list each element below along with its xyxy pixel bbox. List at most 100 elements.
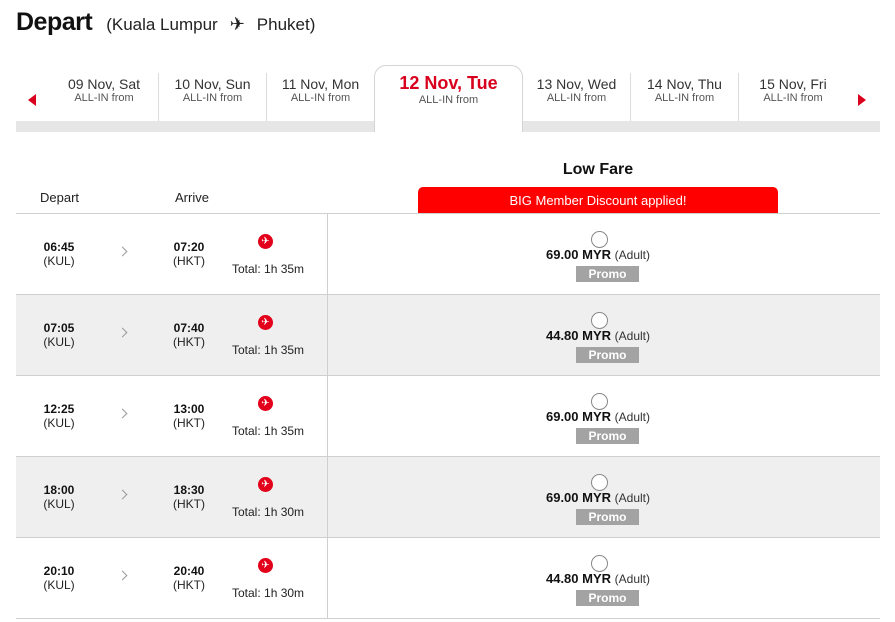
- price-amount: 44.80 MYR: [545, 328, 612, 343]
- arrival-airport: (HKT): [173, 416, 205, 430]
- page-title: Depart: [16, 8, 93, 36]
- date-tab-sub: ALL-IN from: [74, 92, 134, 104]
- date-tab-12-nov[interactable]: 12 Nov, Tue ALL-IN from: [374, 65, 523, 132]
- date-tab-sub: ALL-IN from: [546, 92, 607, 104]
- flight-row: 20:10 (KUL) 20:40 (HKT) ✈ Total: 1h 30m …: [16, 538, 880, 619]
- page-header: Depart (Kuala Lumpur ✈ Phuket): [16, 8, 315, 44]
- flight-details-icon[interactable]: ✈: [258, 315, 273, 330]
- arrival-time: 20:40: [173, 564, 205, 578]
- flight-details-icon[interactable]: ✈: [258, 558, 273, 573]
- flight-details-icon[interactable]: ✈: [258, 234, 273, 249]
- fare-radio[interactable]: [591, 555, 608, 572]
- arrival: 18:30 (HKT): [164, 483, 214, 511]
- departure-airport: (KUL): [43, 254, 75, 268]
- date-tab-label: 15 Nov, Fri: [759, 76, 827, 92]
- departure-time: 20:10: [43, 564, 75, 578]
- departure: 12:25 (KUL): [34, 402, 84, 430]
- fare-radio[interactable]: [591, 393, 608, 410]
- total-duration: Total: 1h 30m: [232, 505, 305, 519]
- date-tab-label: 14 Nov, Thu: [647, 76, 722, 92]
- price-amount: 69.00 MYR: [545, 409, 612, 424]
- promo-badge: Promo: [576, 509, 639, 525]
- departure-airport: (KUL): [43, 335, 75, 349]
- arrival: 20:40 (HKT): [164, 564, 214, 592]
- date-tab-10-nov[interactable]: 10 Nov, Sun ALL-IN from: [159, 73, 267, 121]
- date-tab-label: 11 Nov, Mon: [281, 76, 360, 92]
- column-divider: [327, 295, 328, 376]
- fare-price: 44.80 MYR (Adult): [418, 328, 778, 343]
- promo-badge: Promo: [576, 266, 639, 282]
- fare-radio[interactable]: [591, 474, 608, 491]
- arrival-time: 18:30: [173, 483, 205, 497]
- passenger-type: (Adult): [614, 248, 650, 262]
- column-divider: [327, 457, 328, 538]
- date-tab-label: 10 Nov, Sun: [174, 76, 251, 92]
- passenger-type: (Adult): [614, 410, 650, 424]
- departure: 06:45 (KUL): [34, 240, 84, 268]
- depart-column-header: Depart: [40, 190, 80, 205]
- arrival-time: 07:40: [173, 321, 205, 335]
- departure-time: 18:00: [43, 483, 75, 497]
- departure: 18:00 (KUL): [34, 483, 84, 511]
- caret-right-icon[interactable]: [858, 94, 866, 106]
- departure-airport: (KUL): [43, 416, 75, 430]
- date-tab-09-nov[interactable]: 09 Nov, Sat ALL-IN from: [50, 73, 159, 121]
- fare-radio[interactable]: [591, 231, 608, 248]
- total-duration: Total: 1h 35m: [232, 262, 305, 276]
- departure-time: 12:25: [43, 402, 75, 416]
- passenger-type: (Adult): [614, 491, 650, 505]
- arrival-airport: (HKT): [173, 335, 205, 349]
- low-fare-heading: Low Fare: [562, 161, 634, 178]
- total-duration: Total: 1h 35m: [232, 343, 305, 357]
- flight-details-icon[interactable]: ✈: [258, 396, 273, 411]
- arrival-time: 13:00: [173, 402, 205, 416]
- departure: 07:05 (KUL): [34, 321, 84, 349]
- passenger-type: (Adult): [614, 329, 650, 343]
- origin-city: Kuala Lumpur: [111, 15, 218, 34]
- departure-airport: (KUL): [43, 497, 75, 511]
- departure: 20:10 (KUL): [34, 564, 84, 592]
- promo-badge: Promo: [576, 347, 639, 363]
- caret-left-icon[interactable]: [28, 94, 36, 106]
- chevron-right-icon: [117, 570, 128, 581]
- price-amount: 44.80 MYR: [545, 571, 612, 586]
- fare-radio[interactable]: [591, 312, 608, 329]
- departure-airport: (KUL): [43, 578, 75, 592]
- flight-details-icon[interactable]: ✈: [258, 477, 273, 492]
- total-duration: Total: 1h 30m: [232, 586, 305, 600]
- route-summary: (Kuala Lumpur ✈ Phuket): [106, 14, 315, 35]
- date-tab-label: 09 Nov, Sat: [67, 76, 141, 92]
- airplane-icon: ✈: [229, 14, 245, 34]
- arrival-airport: (HKT): [173, 497, 205, 511]
- route-close-paren: ): [309, 15, 316, 34]
- member-discount-banner: BIG Member Discount applied!: [418, 187, 778, 213]
- date-tab-14-nov[interactable]: 14 Nov, Thu ALL-IN from: [631, 73, 739, 121]
- flight-row: 18:00 (KUL) 18:30 (HKT) ✈ Total: 1h 30m …: [16, 457, 880, 538]
- passenger-type: (Adult): [614, 572, 650, 586]
- arrival-time: 07:20: [173, 240, 205, 254]
- promo-badge: Promo: [576, 590, 639, 606]
- arrival: 07:20 (HKT): [164, 240, 214, 268]
- date-tab-label: 12 Nov, Tue: [399, 73, 498, 93]
- fare-price: 69.00 MYR (Adult): [418, 490, 778, 505]
- date-tab-sub: ALL-IN from: [654, 92, 715, 104]
- departure-time: 06:45: [43, 240, 75, 254]
- date-tab-15-nov[interactable]: 15 Nov, Fri ALL-IN from: [739, 73, 847, 121]
- flight-table: 06:45 (KUL) 07:20 (HKT) ✈ Total: 1h 35m …: [16, 213, 880, 619]
- fare-price: 69.00 MYR (Adult): [418, 247, 778, 262]
- arrival: 07:40 (HKT): [164, 321, 214, 349]
- arrival-airport: (HKT): [173, 578, 205, 592]
- date-tab-11-nov[interactable]: 11 Nov, Mon ALL-IN from: [267, 73, 374, 121]
- flight-row: 07:05 (KUL) 07:40 (HKT) ✈ Total: 1h 35m …: [16, 295, 880, 376]
- column-divider: [327, 538, 328, 619]
- column-divider: [327, 214, 328, 295]
- date-tab-13-nov[interactable]: 13 Nov, Wed ALL-IN from: [523, 73, 631, 121]
- date-tab-label: 13 Nov, Wed: [536, 76, 617, 92]
- chevron-right-icon: [117, 408, 128, 419]
- chevron-right-icon: [117, 327, 128, 338]
- date-tab-sub: ALL-IN from: [763, 92, 823, 104]
- arrival: 13:00 (HKT): [164, 402, 214, 430]
- chevron-right-icon: [117, 489, 128, 500]
- destination-city: Phuket: [256, 15, 310, 34]
- date-selector: 09 Nov, Sat ALL-IN from 10 Nov, Sun ALL-…: [16, 65, 880, 132]
